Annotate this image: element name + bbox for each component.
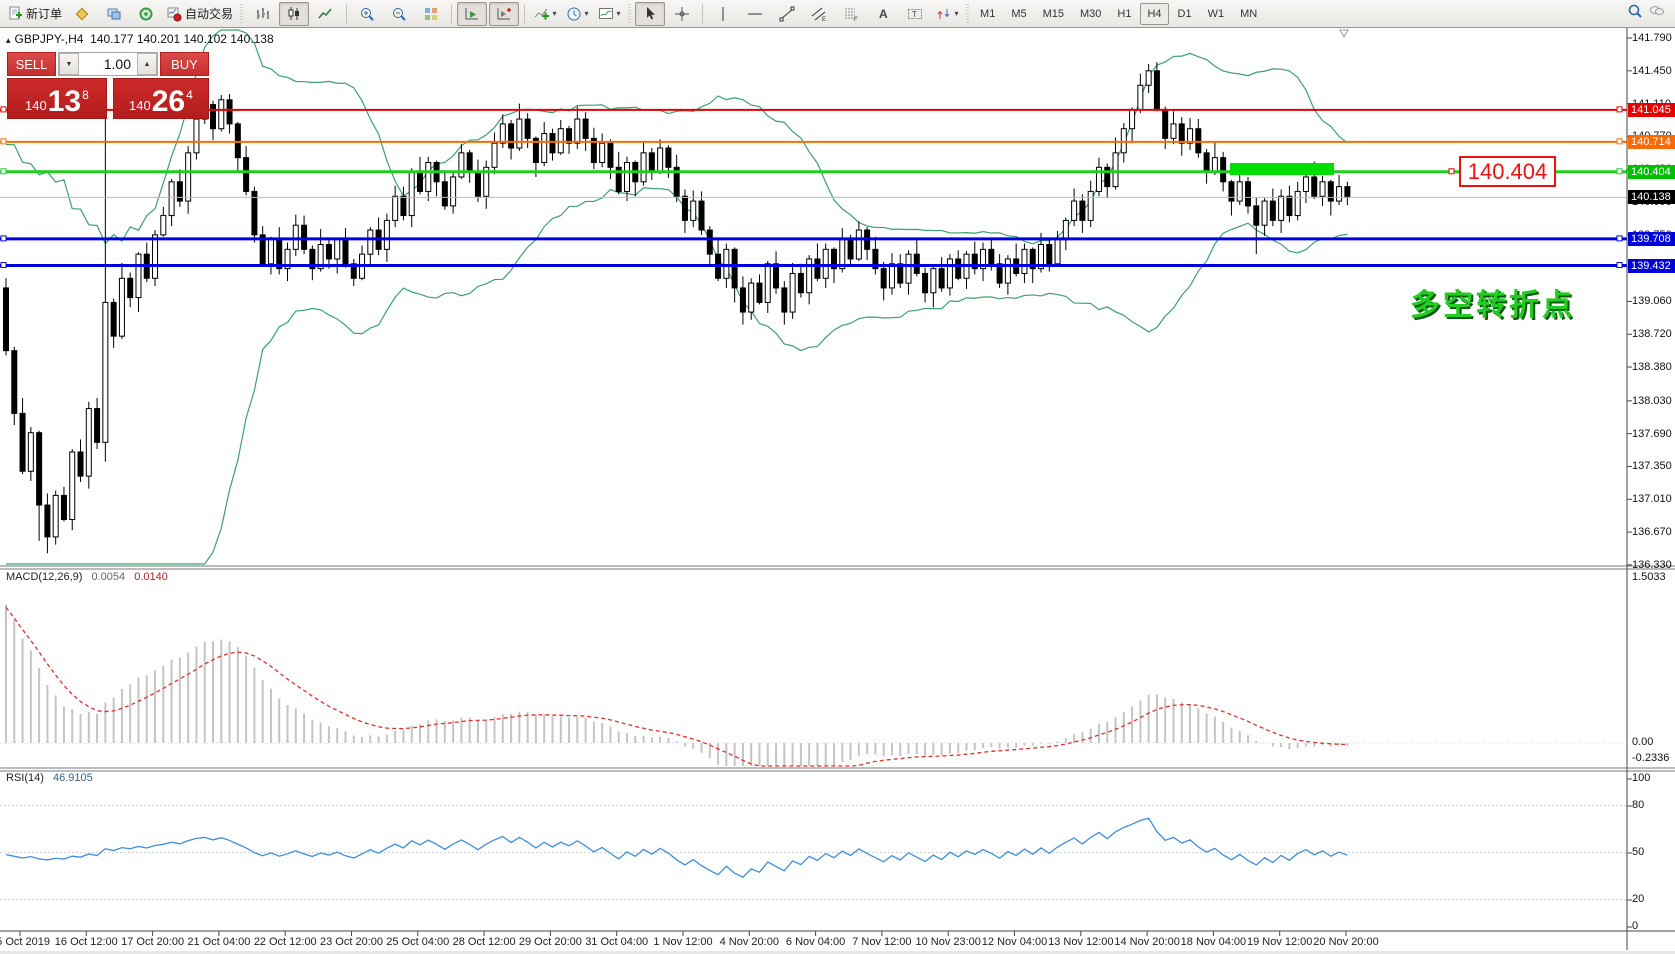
macd-main-value: 0.0054 [91,571,125,583]
price-tick-label: 136.330 [1632,559,1672,571]
price-tick-label: 138.380 [1632,361,1672,373]
volume-input[interactable]: 1.00 [79,53,137,75]
price-tick-label: 139.060 [1632,295,1672,307]
rsi-axis-label: 20 [1632,893,1644,905]
price-level-label: 140.404 [1628,165,1675,179]
chinese-annotation[interactable]: 多空转折点 [1410,280,1575,324]
macd-signal-value: 0.0140 [134,571,168,583]
price-tick-label: 141.790 [1632,32,1672,44]
sell-price-pip: 8 [82,88,89,102]
sell-quote[interactable]: 140 13 8 [7,78,107,119]
time-tick-label: 20 Nov 20:00 [1306,936,1386,948]
collapse-panel-icon[interactable]: ▴ [6,35,11,45]
volume-decrease-icon[interactable]: ▼ [59,53,79,75]
price-callout-box[interactable]: 140.404 [1459,156,1556,187]
price-tick-label: 138.030 [1632,395,1672,407]
buy-button[interactable]: BUY [160,52,209,76]
rsi-pane-label: RSI(14) 46.9105 [6,772,93,784]
price-level-label: 141.045 [1628,103,1675,117]
price-level-label: 139.432 [1628,259,1675,273]
price-tick-label: 137.350 [1632,460,1672,472]
price-tick-label: 137.010 [1632,493,1672,505]
rsi-label: RSI(14) [6,772,44,784]
price-level-label: 140.138 [1628,190,1675,204]
sell-price-big: 13 [48,88,81,116]
macd-axis-label: 1.5033 [1632,571,1666,583]
price-level-label: 140.714 [1628,135,1675,149]
price-level-label: 139.708 [1628,232,1675,246]
sell-button[interactable]: SELL [7,52,56,76]
rsi-axis-label: 50 [1632,846,1644,858]
macd-axis-label: -0.2336 [1632,752,1669,764]
price-tick-label: 137.690 [1632,428,1672,440]
volume-increase-icon[interactable]: ▲ [137,53,157,75]
chart-title: ▴ GBPJPY-,H4 140.177 140.201 140.102 140.… [6,32,274,46]
sell-price-prefix: 140 [25,98,47,113]
chart-ohlc-values: 140.177 140.201 140.102 140.138 [90,32,274,46]
price-tick-label: 141.450 [1632,65,1672,77]
buy-price-pip: 4 [186,88,193,102]
macd-axis-label: 0.00 [1632,736,1653,748]
one-click-trading-panel: SELL ▼ 1.00 ▲ BUY 140 13 8 140 26 4 [7,52,209,119]
rsi-axis-label: 80 [1632,799,1644,811]
rsi-axis-label: 100 [1632,772,1650,784]
chart-symbol-period: GBPJPY-,H4 [15,32,84,46]
price-tick-label: 136.670 [1632,526,1672,538]
macd-pane-label: MACD(12,26,9) 0.0054 0.0140 [6,571,168,583]
rsi-value: 46.9105 [53,772,93,784]
rsi-axis-label: 0 [1632,920,1638,932]
mt5-terminal: 新订单自动交易▾▾▾EFAT▾M1M5M15M30H1H4D1W1MN ▴GBP… [0,0,1675,954]
macd-label: MACD(12,26,9) [6,571,82,583]
price-tick-label: 138.720 [1632,328,1672,340]
chart-canvas[interactable] [0,0,1675,954]
buy-price-prefix: 140 [129,98,151,113]
buy-price-big: 26 [152,88,185,116]
volume-stepper: ▼ 1.00 ▲ [58,52,158,76]
buy-quote[interactable]: 140 26 4 [113,78,209,119]
